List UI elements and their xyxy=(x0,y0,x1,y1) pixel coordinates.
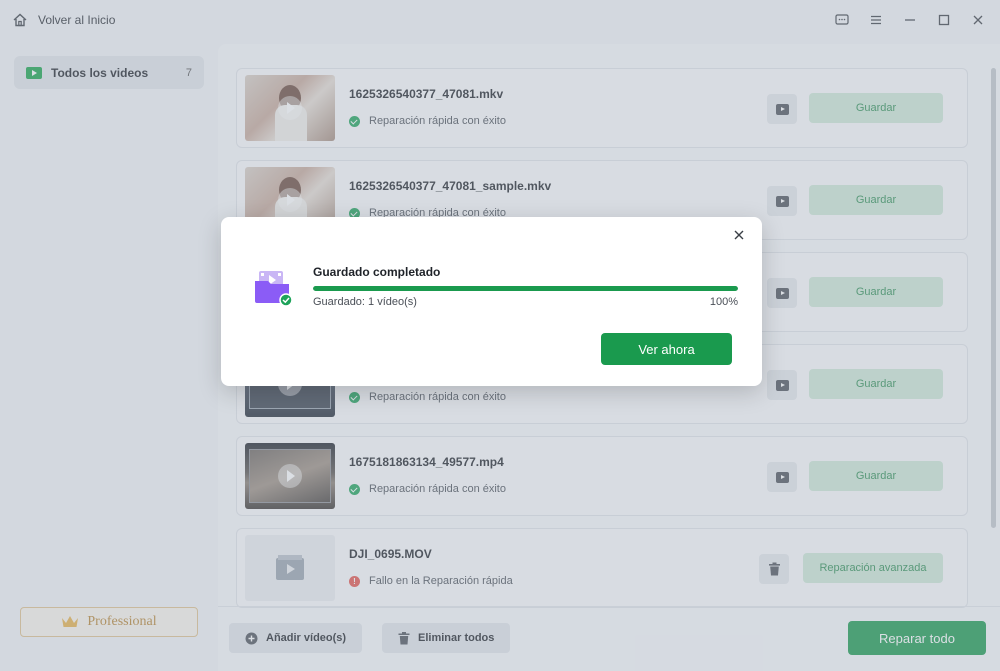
folder-video-icon xyxy=(255,271,293,307)
save-complete-dialog: Guardado completado Guardado: 1 vídeo(s)… xyxy=(221,217,762,386)
view-now-button[interactable]: Ver ahora xyxy=(601,333,732,365)
dialog-close-icon[interactable] xyxy=(732,228,746,242)
save-progress-fill xyxy=(313,286,738,291)
progress-percent: 100% xyxy=(709,296,738,308)
dialog-title: Guardado completado xyxy=(313,265,441,279)
dialog-subtitle: Guardado: 1 vídeo(s) xyxy=(313,296,417,308)
save-progress-bar xyxy=(313,286,738,291)
